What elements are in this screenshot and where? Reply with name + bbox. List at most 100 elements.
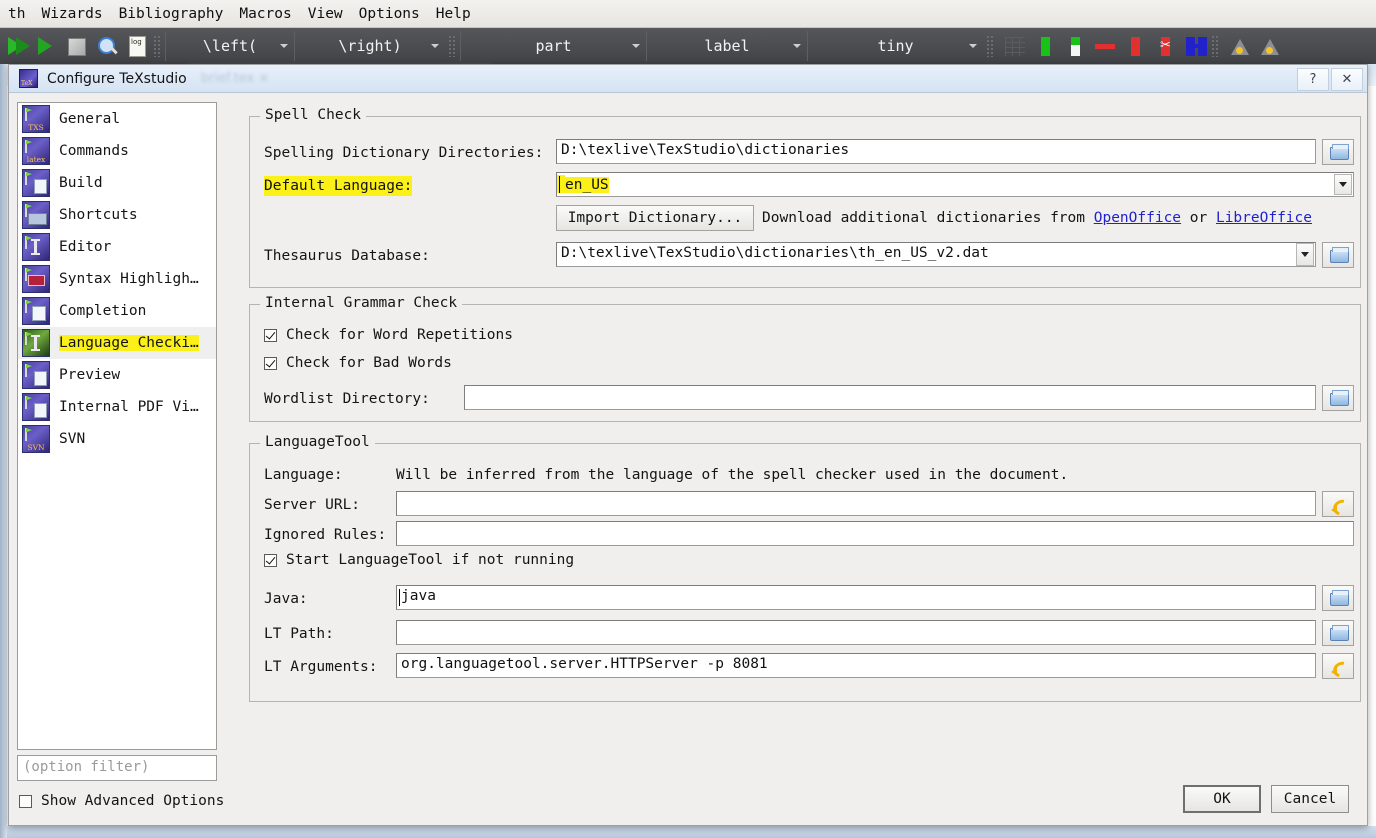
toolbar-separator xyxy=(986,35,995,57)
log-file-icon[interactable]: log xyxy=(124,33,150,59)
wordlist-directory-browse-button[interactable] xyxy=(1322,385,1354,411)
stop-icon[interactable] xyxy=(64,33,90,59)
menu-item-wizards[interactable]: Wizards xyxy=(33,0,110,28)
menu-item-math[interactable]: th xyxy=(0,0,33,28)
table-grid-icon[interactable] xyxy=(1002,33,1028,59)
chevron-down-icon[interactable] xyxy=(1334,174,1352,195)
dictionary-directories-browse-button[interactable] xyxy=(1322,139,1354,165)
warning-prev-icon[interactable] xyxy=(1227,33,1253,59)
remove-row-icon[interactable] xyxy=(1092,33,1118,59)
settings-pane: Spell Check Spelling Dictionary Director… xyxy=(245,102,1361,765)
cut-column-icon[interactable]: ✂ xyxy=(1152,33,1178,59)
dictionary-directories-label: Spelling Dictionary Directories: xyxy=(264,145,544,161)
lt-arguments-reset-button[interactable] xyxy=(1322,653,1354,679)
import-dictionary-button[interactable]: Import Dictionary... xyxy=(556,205,754,231)
main-toolbar: log \left( \right) part label tiny ✂ xyxy=(0,28,1376,64)
check-bad-words-checkbox[interactable] xyxy=(264,356,277,370)
align-columns-icon[interactable] xyxy=(1182,33,1208,59)
insert-column-green-icon[interactable] xyxy=(1032,33,1058,59)
sidebar-item-build[interactable]: Build xyxy=(18,167,216,199)
sidebar-item-svn[interactable]: SVN SVN xyxy=(18,423,216,455)
lt-arguments-input[interactable]: org.languagetool.server.HTTPServer -p 80… xyxy=(396,653,1316,678)
grammar-check-legend: Internal Grammar Check xyxy=(260,295,463,311)
menu-item-options[interactable]: Options xyxy=(351,0,428,28)
check-word-repetitions-row[interactable]: Check for Word Repetitions xyxy=(264,327,513,343)
chevron-down-icon[interactable] xyxy=(1296,243,1314,266)
dictionary-directories-input[interactable]: D:\texlive\TexStudio\dictionaries xyxy=(556,139,1316,164)
check-bad-words-row[interactable]: Check for Bad Words xyxy=(264,355,452,371)
download-text-pre: Download additional dictionaries from xyxy=(762,210,1094,226)
sidebar-item-label: Syntax Highligh… xyxy=(59,271,199,287)
view-log-search-icon[interactable] xyxy=(94,33,120,59)
menu-item-bibliography[interactable]: Bibliography xyxy=(111,0,232,28)
folder-icon xyxy=(1330,144,1349,160)
latex-icon: latex xyxy=(22,137,50,165)
lt-arguments-label: LT Arguments: xyxy=(264,659,378,675)
menu-item-view[interactable]: View xyxy=(300,0,351,28)
lt-server-url-input[interactable] xyxy=(396,491,1316,516)
sidebar-item-language-checking[interactable]: Language Checki… xyxy=(18,327,216,359)
lt-server-url-reset-button[interactable] xyxy=(1322,491,1354,517)
toolbar-combo-right-bracket-label: \right) xyxy=(338,37,402,55)
check-word-repetitions-checkbox[interactable] xyxy=(264,328,277,342)
remove-column-icon[interactable] xyxy=(1122,33,1148,59)
thesaurus-browse-button[interactable] xyxy=(1322,242,1354,268)
lt-path-input[interactable] xyxy=(396,620,1316,645)
sidebar-item-label: Preview xyxy=(59,367,121,383)
sidebar-item-shortcuts[interactable]: Shortcuts xyxy=(18,199,216,231)
show-advanced-options-row[interactable]: Show Advanced Options xyxy=(19,793,224,809)
sidebar-item-preview[interactable]: Preview xyxy=(18,359,216,391)
sidebar-item-label: General xyxy=(59,111,121,127)
toolbar-combo-label[interactable]: label xyxy=(646,31,807,61)
default-language-combo[interactable]: en_US xyxy=(556,172,1354,197)
language-tool-group: LanguageTool Language: Will be inferred … xyxy=(249,434,1361,702)
show-advanced-options-checkbox[interactable] xyxy=(19,794,32,808)
start-languagetool-row[interactable]: Start LanguageTool if not running xyxy=(264,552,574,568)
warning-next-icon[interactable] xyxy=(1257,33,1283,59)
ok-button[interactable]: OK xyxy=(1183,785,1261,813)
sidebar-item-label: Build xyxy=(59,175,103,191)
chevron-down-icon xyxy=(632,44,640,48)
lt-java-input[interactable]: java xyxy=(396,585,1316,610)
texstudio-icon xyxy=(19,69,38,88)
chevron-down-icon xyxy=(793,44,801,48)
lt-java-browse-button[interactable] xyxy=(1322,585,1354,611)
sidebar-item-general[interactable]: TXS General xyxy=(18,103,216,135)
lt-ignored-rules-input[interactable] xyxy=(396,521,1354,546)
thesaurus-database-combo[interactable]: D:\texlive\TexStudio\dictionaries\th_en_… xyxy=(556,242,1316,267)
toolbar-combo-fontsize[interactable]: tiny xyxy=(807,31,983,61)
lt-path-browse-button[interactable] xyxy=(1322,620,1354,646)
sidebar-item-commands[interactable]: latex Commands xyxy=(18,135,216,167)
left-scroll-strip[interactable] xyxy=(0,64,7,838)
check-bad-words-label: Check for Bad Words xyxy=(286,355,452,371)
spell-check-legend: Spell Check xyxy=(260,107,367,123)
add-column-icon[interactable] xyxy=(1062,33,1088,59)
sidebar-item-editor[interactable]: Editor xyxy=(18,231,216,263)
build-icon xyxy=(22,169,50,197)
libreoffice-link[interactable]: LibreOffice xyxy=(1216,210,1312,226)
openoffice-link[interactable]: OpenOffice xyxy=(1094,210,1181,226)
toolbar-combo-right-bracket[interactable]: \right) xyxy=(294,31,445,61)
sidebar-item-label: SVN xyxy=(59,431,86,447)
screen: th Wizards Bibliography Macros View Opti… xyxy=(0,0,1376,838)
compile-icon[interactable] xyxy=(34,33,60,59)
toolbar-combo-structure[interactable]: part xyxy=(460,31,646,61)
sidebar-item-syntax-highlighting[interactable]: Syntax Highligh… xyxy=(18,263,216,295)
help-button[interactable]: ? xyxy=(1297,68,1329,91)
toolbar-combo-left-bracket[interactable]: \left( xyxy=(165,31,294,61)
close-icon[interactable]: ✕ xyxy=(1331,68,1363,91)
build-and-view-icon[interactable] xyxy=(4,33,30,59)
menu-item-help[interactable]: Help xyxy=(428,0,479,28)
list-icon xyxy=(22,297,50,325)
settings-sidebar[interactable]: TXS General latex Commands Build Shortcu… xyxy=(17,102,217,750)
sidebar-item-completion[interactable]: Completion xyxy=(18,295,216,327)
start-languagetool-checkbox[interactable] xyxy=(264,553,277,567)
option-filter-input[interactable]: (option filter) xyxy=(17,755,217,781)
language-icon xyxy=(22,329,50,357)
wordlist-directory-input[interactable] xyxy=(464,385,1316,410)
cancel-button[interactable]: Cancel xyxy=(1271,785,1349,813)
menu-item-macros[interactable]: Macros xyxy=(231,0,299,28)
sidebar-item-internal-pdf-viewer[interactable]: Internal PDF Vi… xyxy=(18,391,216,423)
dialog-title: Configure TeXstudio xyxy=(47,70,187,87)
txs-icon: TXS xyxy=(22,105,50,133)
